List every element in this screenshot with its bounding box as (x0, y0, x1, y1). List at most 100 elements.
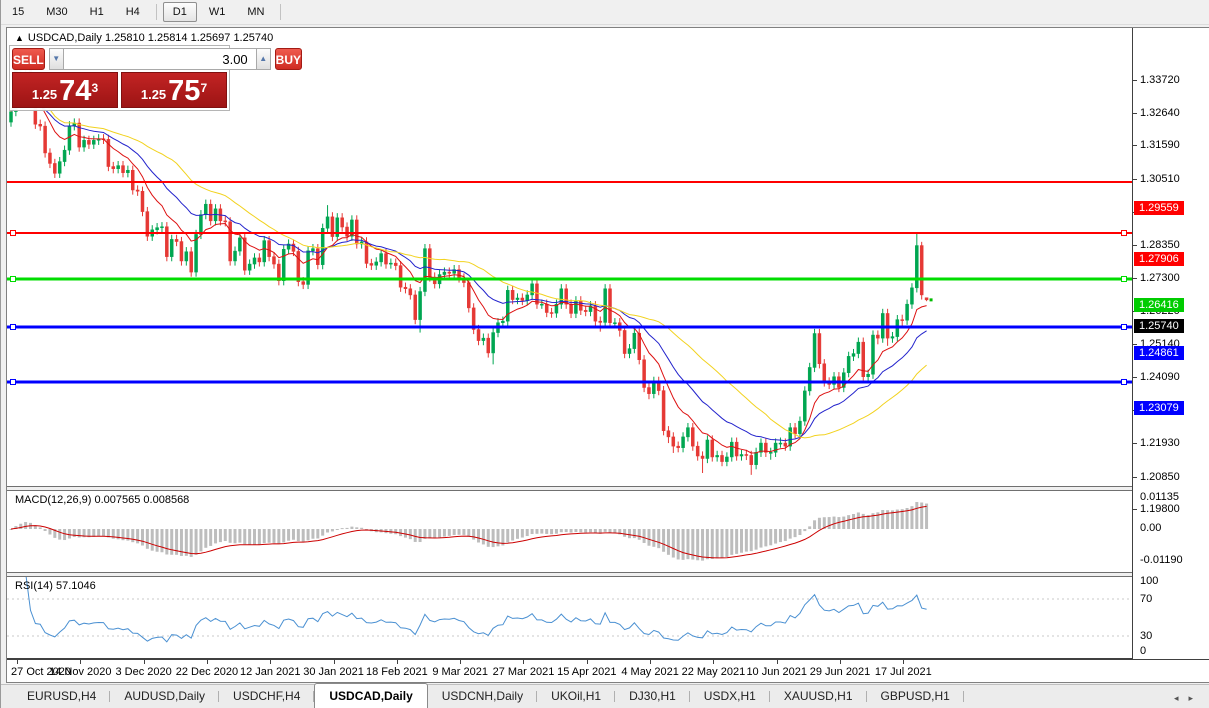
date-axis-tick (460, 660, 462, 664)
rsi-line (25, 577, 927, 643)
price-axis-label: 1.24090 (1140, 370, 1180, 383)
chart-tab-usdcnh-daily[interactable]: USDCNH,Daily (428, 685, 538, 708)
toolbar-separator (280, 4, 282, 20)
line-handle[interactable] (10, 378, 16, 385)
price-axis-tick (1133, 79, 1137, 81)
date-axis-label: 22 May 2021 (681, 666, 746, 678)
price-axis-tick (1133, 476, 1137, 478)
macd-axis-label: 0.01135 (1140, 491, 1179, 503)
timeframe-button-h1[interactable]: H1 (80, 2, 114, 22)
last-price-dot (929, 298, 933, 302)
level-price-tag: 1.29559 (1134, 201, 1184, 215)
date-axis-label: 17 Jul 2021 (874, 666, 932, 678)
macd-axis-label: -0.01190 (1140, 554, 1183, 566)
timeframe-toolbar: 15 M30 H1 H4 D1 W1 MN (1, 0, 1209, 25)
ask-price-panel[interactable]: 1.25 75 7 (121, 72, 227, 108)
tab-scroll-right-icon[interactable]: ▸ (1188, 693, 1203, 703)
chart-tab-gbpusd-h1[interactable]: GBPUSD,H1 (867, 685, 965, 708)
date-axis-tick (776, 660, 778, 664)
chart-tab-usdx-h1[interactable]: USDX,H1 (690, 685, 770, 708)
macd-axis-label: 0.00 (1140, 522, 1162, 534)
price-axis-label: 1.19800 (1140, 503, 1180, 516)
date-axis-tick (143, 660, 145, 664)
level-price-tag: 1.27906 (1134, 252, 1184, 267)
line-handle[interactable] (10, 276, 16, 283)
timeframe-button-mn[interactable]: MN (237, 2, 274, 22)
date-axis-tick (840, 660, 842, 664)
date-axis-tick (270, 660, 272, 664)
buy-button[interactable]: BUY (274, 48, 303, 70)
chart-tab-dj30-h1[interactable]: DJ30,H1 (615, 685, 690, 708)
level-price-tag: 1.24861 (1134, 345, 1184, 360)
chart-tab-ukoil-h1[interactable]: UKOil,H1 (537, 685, 616, 708)
date-axis-label: 14 Nov 2020 (49, 666, 112, 678)
chart-tab-usdcad-daily[interactable]: USDCAD,Daily (314, 683, 428, 708)
line-handle[interactable] (1121, 230, 1127, 237)
trading-terminal: 15 M30 H1 H4 D1 W1 MN ▲ USDCAD,Daily 1.25810 1.… (0, 0, 1209, 708)
ask-big-digits: 75 (168, 75, 201, 107)
date-axis-label: 29 Jun 2021 (809, 666, 871, 678)
chart-tab-bar: EURUSD,H4 AUDUSD,Daily USDCHF,H4 USDCAD,Dai… (1, 683, 1209, 708)
price-axis-tick (1133, 112, 1137, 114)
line-handle[interactable] (1121, 378, 1127, 385)
date-axis-label: 22 Dec 2020 (175, 666, 239, 678)
timeframe-button-15[interactable]: 15 (2, 2, 34, 22)
price-axis[interactable]: 1.337201.326401.315901.305101.294301.283… (1132, 28, 1209, 659)
chart-tab-eurusd-h4[interactable]: EURUSD,H4 (13, 685, 111, 708)
date-axis[interactable]: 27 Oct 2020 14 Nov 2020 3 Dec 2020 22 Dec 2… (7, 659, 1209, 682)
date-axis-label: 9 Mar 2021 (432, 666, 488, 678)
toolbar-separator (155, 4, 157, 20)
chart-tab-audusd-daily[interactable]: AUDUSD,Daily (110, 685, 219, 708)
chart-tab-usdchf-h4[interactable]: USDCHF,H4 (219, 685, 315, 708)
price-axis-label: 1.32640 (1140, 106, 1180, 119)
one-click-trading-panel: SELL ▼ ▲ BUY 1.25 74 3 1.25 (9, 45, 303, 111)
line-handle[interactable] (10, 323, 16, 330)
timeframe-button-m30[interactable]: M30 (36, 2, 77, 22)
timeframe-button-d1[interactable]: D1 (162, 2, 197, 22)
ohlc-low: 1.25697 (190, 32, 231, 44)
tab-scroll-left-icon[interactable]: ◂ (1174, 693, 1189, 703)
date-axis-tick (80, 660, 82, 664)
rsi-axis-label: 70 (1140, 593, 1153, 605)
price-axis-label: 1.31590 (1140, 139, 1180, 152)
ma-slow-line (10, 79, 927, 439)
macd-panel: MACD(12,26,9) 0.007565 0.008568 (7, 491, 1132, 573)
tab-scroll-arrows[interactable]: ◂▸ (1174, 693, 1203, 704)
price-axis-tick (1133, 443, 1137, 445)
date-axis-label: 27 Mar 2021 (492, 666, 555, 678)
date-axis-label: 30 Jan 2021 (303, 666, 364, 678)
bid-price-panel[interactable]: 1.25 74 3 (12, 72, 118, 108)
price-axis-label: 1.28350 (1140, 239, 1180, 252)
sell-button[interactable]: SELL (12, 48, 45, 70)
line-handle[interactable] (10, 230, 16, 237)
collapse-icon[interactable]: ▲ (15, 33, 24, 43)
line-handle[interactable] (1121, 276, 1127, 283)
volume-increase-button[interactable]: ▲ (255, 48, 271, 70)
date-axis-label: 12 Jan 2021 (239, 666, 301, 678)
date-axis-tick (206, 660, 208, 664)
bid-prefix: 1.25 (31, 87, 58, 102)
volume-input[interactable] (63, 48, 256, 70)
rsi-value: 57.1046 (55, 580, 96, 592)
date-axis-tick (650, 660, 652, 664)
level-price-tag: 1.26416 (1134, 298, 1184, 312)
price-axis-label: 1.21930 (1140, 437, 1180, 450)
current-price-tag: 1.25740 (1134, 318, 1184, 333)
volume-decrease-button[interactable]: ▼ (48, 48, 64, 70)
timeframe-button-h4[interactable]: H4 (116, 2, 150, 22)
rsi-plot[interactable] (7, 577, 1132, 658)
price-axis-tick (1133, 145, 1137, 147)
line-handle[interactable] (1121, 323, 1127, 330)
bid-big-digits: 74 (59, 75, 92, 107)
chart-window: ▲ USDCAD,Daily 1.25810 1.25814 1.25697 1.… (6, 27, 1209, 683)
timeframe-button-w1[interactable]: W1 (199, 2, 236, 22)
date-axis-tick (903, 660, 905, 664)
date-axis-tick (523, 660, 525, 664)
price-axis-label: 1.30510 (1140, 172, 1180, 185)
chart-tab-xauusd-h1[interactable]: XAUUSD,H1 (770, 685, 867, 708)
date-axis-tick (586, 660, 588, 664)
price-axis-tick (1133, 245, 1137, 247)
date-axis-label: 3 Dec 2020 (115, 666, 172, 678)
price-axis-label: 1.27300 (1140, 271, 1180, 284)
date-axis-tick (17, 660, 18, 664)
